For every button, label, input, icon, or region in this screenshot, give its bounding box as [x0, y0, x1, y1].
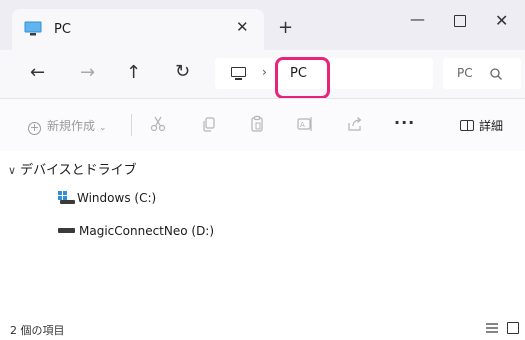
refresh-button[interactable]: ↻ — [175, 62, 190, 82]
new-tab-button[interactable]: + — [278, 19, 293, 37]
search-icon — [490, 68, 502, 80]
details-label: 詳細 — [479, 119, 504, 133]
plus-circle-icon: + — [28, 121, 41, 135]
minimize-button[interactable]: — — [410, 10, 425, 28]
tab-close-icon[interactable]: ✕ — [236, 19, 249, 35]
details-view-icon[interactable] — [486, 323, 498, 333]
divider — [131, 114, 132, 136]
chevron-down-icon: ∨ — [8, 164, 17, 177]
forward-button[interactable]: → — [80, 63, 95, 83]
pc-icon — [231, 67, 246, 80]
details-pane-button[interactable]: 詳細 — [460, 117, 503, 134]
rename-icon[interactable]: A — [296, 115, 314, 133]
drive-label: Windows (C:) — [77, 191, 157, 205]
share-icon[interactable] — [346, 115, 364, 133]
breadcrumb-separator-icon[interactable]: › — [262, 65, 267, 79]
annotation-highlight-box — [275, 57, 330, 99]
chevron-down-icon: ⌄ — [99, 123, 107, 133]
tab-title: PC — [54, 22, 71, 37]
group-header-devices[interactable]: ∨ デバイスとドライブ — [8, 159, 137, 178]
new-label: 新規作成 — [47, 119, 96, 133]
tiles-view-icon[interactable] — [507, 322, 519, 334]
details-pane-icon — [460, 120, 474, 131]
tab-pc[interactable]: PC ✕ — [12, 9, 264, 50]
paste-icon[interactable] — [248, 115, 266, 133]
pc-monitor-icon — [24, 21, 42, 36]
cut-icon[interactable] — [149, 115, 167, 133]
windows-drive-icon — [58, 191, 75, 204]
back-button[interactable]: ← — [30, 63, 45, 83]
close-window-button[interactable]: ✕ — [495, 11, 508, 30]
copy-icon[interactable] — [200, 115, 218, 133]
new-button[interactable]: + 新規作成 ⌄ — [28, 117, 107, 135]
file-view: ∨ デバイスとドライブ Windows (C:) MagicConnectNeo … — [0, 151, 525, 315]
svg-text:A: A — [300, 121, 305, 129]
drive-label: MagicConnectNeo (D:) — [79, 224, 215, 238]
maximize-button[interactable] — [454, 15, 466, 27]
title-bar: PC ✕ + — ✕ — [0, 0, 525, 50]
drive-item-d[interactable]: MagicConnectNeo (D:) — [58, 224, 214, 238]
more-options-button[interactable]: ··· — [394, 113, 415, 132]
up-button[interactable]: ↑ — [126, 63, 141, 83]
status-bar: 2 個の項目 — [0, 315, 525, 340]
search-placeholder: PC — [457, 66, 473, 80]
group-header-label: デバイスとドライブ — [20, 163, 137, 178]
search-box[interactable]: PC — [443, 58, 521, 89]
command-bar: + 新規作成 ⌄ A ··· 詳細 — [0, 98, 525, 151]
drive-icon — [58, 228, 75, 233]
item-count: 2 個の項目 — [10, 324, 65, 337]
drive-item-c[interactable]: Windows (C:) — [58, 191, 156, 205]
navigation-bar: ← → ↑ ↻ › PC › PC — [0, 50, 525, 98]
